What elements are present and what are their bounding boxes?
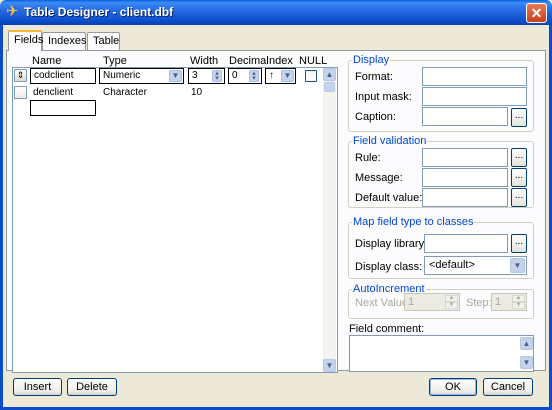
decimal-spin-icon[interactable]: ▴ ▾: [249, 70, 259, 82]
next-value-value: 1: [408, 296, 415, 308]
field-width-cell[interactable]: 10: [191, 87, 202, 98]
display-class-select[interactable]: <default> ▼: [424, 256, 527, 275]
cancel-button[interactable]: Cancel: [483, 378, 533, 396]
field-name-input[interactable]: codclient: [30, 68, 96, 84]
input-mask-label: Input mask:: [355, 91, 412, 103]
field-name-cell[interactable]: denclient: [33, 87, 73, 98]
display-library-builder-button[interactable]: ...: [511, 234, 527, 253]
next-value-label: Next Value:: [355, 297, 412, 309]
cancel-button-label: Cancel: [490, 381, 526, 393]
rule-builder-button[interactable]: ...: [511, 148, 527, 167]
delete-button[interactable]: Delete: [67, 378, 117, 396]
close-button[interactable]: ✕: [526, 3, 547, 23]
row-move-handle[interactable]: ⇕: [14, 69, 27, 82]
step-spinner: 1 ▲ ▼: [491, 293, 527, 311]
column-header-name: Name: [32, 55, 62, 67]
insert-button-label: Insert: [23, 381, 52, 393]
field-comment-textarea[interactable]: ▲ ▼: [349, 335, 534, 372]
input-mask-input[interactable]: [422, 87, 527, 106]
map-field-type-group-title: Map field type to classes: [352, 216, 475, 228]
width-spin-icon[interactable]: ▴ ▾: [212, 70, 222, 82]
scroll-thumb[interactable]: [324, 82, 335, 92]
spin-down-icon: ▼: [445, 302, 458, 309]
caption-input[interactable]: [422, 107, 508, 126]
step-spin-down-icon: ▼: [512, 302, 525, 309]
index-ascending-icon: ↑: [269, 70, 274, 81]
step-value: 1: [495, 296, 502, 308]
title-bar[interactable]: ✈ Table Designer - client.dbf ✕: [0, 0, 552, 25]
ok-button[interactable]: OK: [429, 378, 477, 396]
column-header-decimal: Decimal: [229, 55, 269, 67]
display-library-label: Display library:: [355, 238, 428, 250]
column-header-width: Width: [190, 55, 219, 67]
ok-button-label: OK: [445, 381, 461, 393]
chevron-down-icon[interactable]: ▼: [510, 258, 525, 273]
window-title: Table Designer - client.dbf: [24, 5, 174, 19]
scroll-up-icon[interactable]: ▲: [323, 68, 336, 81]
default-value-input[interactable]: [422, 188, 508, 207]
rule-label: Rule:: [355, 152, 381, 164]
message-builder-button[interactable]: ...: [511, 168, 527, 187]
null-checkbox[interactable]: [305, 70, 317, 82]
index-chevron-down-icon[interactable]: ▼: [281, 70, 294, 82]
field-type-value: Numeric: [103, 70, 141, 81]
message-label: Message:: [355, 172, 403, 184]
tab-indexes[interactable]: Indexes: [42, 32, 87, 50]
spin-up-icon: ▲: [445, 295, 458, 302]
step-label: Step:: [466, 297, 492, 309]
display-class-label: Display class:: [355, 261, 423, 273]
format-input[interactable]: [422, 67, 527, 86]
column-header-type: Type: [103, 55, 127, 67]
rule-input[interactable]: [422, 148, 508, 167]
default-value-builder-button[interactable]: ...: [511, 188, 527, 207]
column-header-null: NULL: [299, 55, 328, 67]
step-spin-up-icon: ▲: [512, 295, 525, 302]
row-selector[interactable]: [14, 86, 27, 99]
default-value-label: Default value:: [355, 192, 423, 204]
comment-scroll-down-icon[interactable]: ▼: [520, 356, 533, 369]
new-field-name-input[interactable]: [30, 100, 96, 116]
scroll-down-icon[interactable]: ▼: [323, 359, 336, 372]
grid-vertical-scrollbar[interactable]: ▲ ▼: [323, 68, 336, 372]
field-width-value: 3: [192, 70, 198, 81]
tab-indexes-label: Indexes: [48, 35, 87, 47]
chevron-down-icon[interactable]: ▼: [169, 70, 182, 82]
field-comment-label: Field comment:: [349, 323, 425, 335]
tab-table[interactable]: Table: [87, 32, 120, 50]
display-class-value: <default>: [429, 259, 475, 271]
next-value-spinner: 1 ▲ ▼: [404, 293, 460, 311]
field-type-cell[interactable]: Character: [103, 87, 147, 98]
field-decimal-value: 0: [232, 70, 238, 81]
delete-button-label: Delete: [76, 381, 108, 393]
caption-label: Caption:: [355, 111, 396, 123]
format-label: Format:: [355, 71, 393, 83]
field-validation-group-title: Field validation: [352, 135, 428, 147]
caption-builder-button[interactable]: ...: [511, 108, 527, 127]
insert-button[interactable]: Insert: [13, 378, 62, 396]
display-library-input[interactable]: [424, 234, 508, 253]
column-header-index: Index: [266, 55, 293, 67]
tab-table-label: Table: [93, 35, 120, 47]
display-group-title: Display: [352, 54, 391, 66]
tab-fields-label: Fields: [14, 34, 44, 46]
table-designer-app-icon: ✈: [6, 3, 19, 20]
comment-scroll-up-icon[interactable]: ▲: [520, 337, 533, 350]
tab-fields[interactable]: Fields: [8, 30, 44, 51]
message-input[interactable]: [422, 168, 508, 187]
